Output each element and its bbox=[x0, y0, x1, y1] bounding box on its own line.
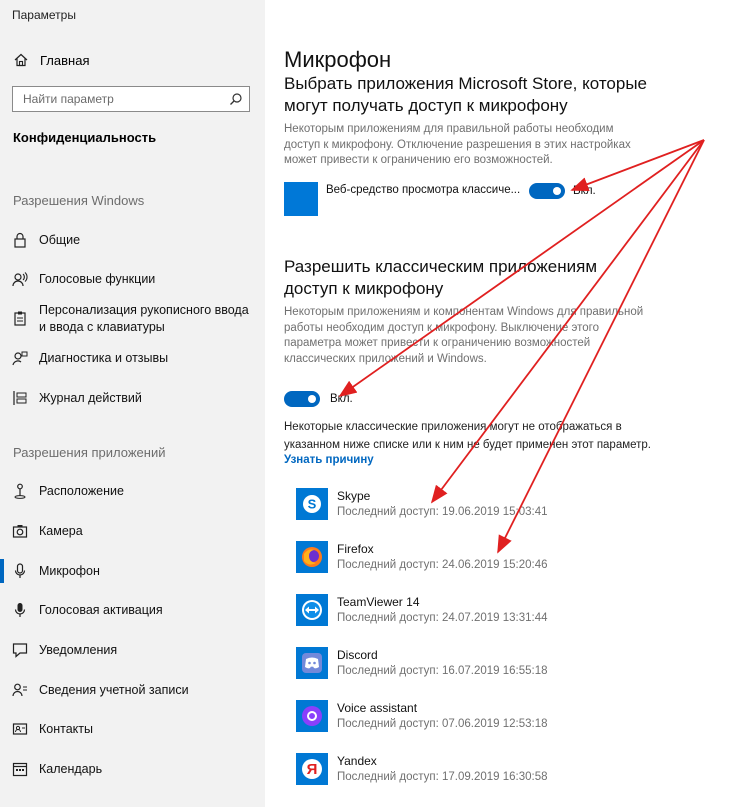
app-last-access: Последний доступ: 07.06.2019 12:53:18 bbox=[337, 718, 548, 730]
app-name: Firefox bbox=[337, 542, 374, 556]
sidebar-item-inking-typing[interactable]: Персонализация рукописного ввода и ввода… bbox=[0, 302, 265, 336]
skype-icon: S bbox=[296, 488, 328, 520]
web-viewer-app-name: Веб-средство просмотра классиче... bbox=[326, 184, 521, 196]
sidebar-item-label: Голосовые функции bbox=[39, 272, 156, 286]
app-name: Yandex bbox=[337, 754, 377, 768]
sidebar-item-speech[interactable]: Голосовые функции bbox=[0, 271, 265, 288]
list-item-teamviewer: TeamViewer 14 Последний доступ: 24.07.20… bbox=[296, 594, 548, 626]
sidebar-item-label: Журнал действий bbox=[39, 391, 142, 405]
classic-apps-description: Некоторым приложениям и компонентам Wind… bbox=[284, 306, 644, 365]
contacts-icon bbox=[12, 723, 28, 735]
app-name: Skype bbox=[337, 489, 371, 503]
classic-apps-note: Некоторые классические приложения могут … bbox=[284, 421, 652, 451]
sidebar-item-microphone[interactable]: Микрофон bbox=[0, 559, 265, 583]
app-last-access: Последний доступ: 16.07.2019 16:55:18 bbox=[337, 665, 548, 677]
learn-why-link[interactable]: Узнать причину bbox=[284, 454, 374, 466]
web-viewer-toggle[interactable] bbox=[529, 183, 565, 199]
svg-text:Я: Я bbox=[307, 761, 318, 778]
account-icon bbox=[12, 683, 27, 697]
calendar-icon bbox=[12, 762, 28, 777]
camera-icon bbox=[12, 525, 28, 538]
main-content: Микрофон Выбрать приложения Microsoft St… bbox=[265, 0, 750, 807]
sidebar-item-camera[interactable]: Камера bbox=[0, 523, 265, 540]
discord-icon bbox=[296, 647, 328, 679]
app-name: Voice assistant bbox=[337, 701, 418, 715]
list-item-firefox: Firefox Последний доступ: 24.06.2019 15:… bbox=[296, 541, 548, 573]
sidebar-item-contacts[interactable]: Контакты bbox=[0, 721, 265, 738]
app-permissions-header: Разрешения приложений bbox=[13, 445, 166, 460]
app-last-access: Последний доступ: 24.06.2019 15:20:46 bbox=[337, 559, 548, 571]
firefox-icon bbox=[296, 541, 328, 573]
search-box[interactable] bbox=[12, 86, 250, 112]
home-icon bbox=[14, 53, 28, 67]
sidebar-item-label: Уведомления bbox=[39, 643, 118, 657]
svg-text:S: S bbox=[308, 497, 317, 512]
sidebar-item-label: Календарь bbox=[39, 762, 103, 776]
app-last-access: Последний доступ: 24.07.2019 13:31:44 bbox=[337, 612, 548, 624]
yandex-icon: Я bbox=[296, 753, 328, 785]
sidebar-item-calendar[interactable]: Календарь bbox=[0, 761, 265, 778]
list-item-skype: S Skype Последний доступ: 19.06.2019 15:… bbox=[296, 488, 548, 520]
category-title: Конфиденциальность bbox=[13, 130, 157, 145]
list-item-discord: Discord Последний доступ: 16.07.2019 16:… bbox=[296, 647, 548, 679]
classic-apps-heading: Разрешить классическим приложениям досту… bbox=[284, 257, 598, 298]
sidebar-item-label: Микрофон bbox=[39, 564, 100, 578]
web-viewer-toggle-label: Вкл. bbox=[573, 185, 596, 197]
clipboard-icon bbox=[14, 311, 26, 326]
sidebar-item-label: Общие bbox=[39, 233, 81, 247]
sidebar: Параметры Главная Конфиденциальность Раз… bbox=[0, 0, 265, 807]
sidebar-item-general[interactable]: Общие bbox=[0, 232, 265, 249]
app-last-access: Последний доступ: 17.09.2019 16:30:58 bbox=[337, 771, 548, 783]
classic-apps-toggle[interactable] bbox=[284, 391, 320, 407]
active-indicator bbox=[0, 559, 4, 583]
app-name: TeamViewer 14 bbox=[337, 595, 420, 609]
sidebar-item-location[interactable]: Расположение bbox=[0, 483, 265, 500]
list-item-voice-assistant: Voice assistant Последний доступ: 07.06.… bbox=[296, 700, 548, 732]
sidebar-item-voice-activation[interactable]: Голосовая активация bbox=[0, 602, 265, 619]
window-title: Параметры bbox=[12, 8, 76, 22]
store-apps-heading: Выбрать приложения Microsoft Store, кото… bbox=[284, 74, 648, 115]
sidebar-item-label: Расположение bbox=[39, 484, 124, 498]
sidebar-item-label: Диагностика и отзывы bbox=[39, 351, 169, 365]
microphone-icon bbox=[14, 563, 26, 578]
alice-icon bbox=[296, 700, 328, 732]
search-input[interactable] bbox=[13, 87, 223, 111]
sidebar-item-activity-history[interactable]: Журнал действий bbox=[0, 390, 265, 407]
notification-icon bbox=[12, 643, 28, 658]
teamviewer-icon bbox=[296, 594, 328, 626]
sidebar-item-label: Сведения учетной записи bbox=[39, 683, 189, 697]
store-apps-description: Некоторым приложениям для правильной раб… bbox=[284, 123, 631, 166]
sidebar-item-label: Камера bbox=[39, 524, 83, 538]
location-icon bbox=[14, 483, 26, 499]
page-title: Микрофон bbox=[284, 47, 392, 72]
windows-permissions-header: Разрешения Windows bbox=[13, 193, 145, 208]
sidebar-item-account-info[interactable]: Сведения учетной записи bbox=[0, 682, 265, 699]
home-label: Главная bbox=[40, 52, 90, 68]
app-last-access: Последний доступ: 19.06.2019 15:03:41 bbox=[337, 506, 548, 518]
sidebar-item-label: Голосовая активация bbox=[39, 603, 163, 617]
lock-icon bbox=[14, 232, 26, 248]
voice-activation-icon bbox=[14, 603, 26, 617]
sidebar-item-notifications[interactable]: Уведомления bbox=[0, 642, 265, 659]
classic-apps-toggle-label: Вкл. bbox=[330, 393, 353, 405]
speech-icon bbox=[12, 272, 28, 287]
list-item-yandex: Я Yandex Последний доступ: 17.09.2019 16… bbox=[296, 753, 548, 785]
timeline-icon bbox=[13, 391, 27, 405]
sidebar-item-diagnostics[interactable]: Диагностика и отзывы bbox=[0, 350, 265, 367]
search-icon[interactable] bbox=[229, 92, 243, 106]
feedback-icon bbox=[12, 351, 28, 366]
sidebar-item-label: Персонализация рукописного ввода и ввода… bbox=[39, 303, 249, 334]
web-viewer-app-icon bbox=[284, 182, 318, 216]
sidebar-item-label: Контакты bbox=[39, 722, 93, 736]
home-nav-item[interactable]: Главная bbox=[13, 52, 89, 68]
app-name: Discord bbox=[337, 648, 378, 662]
